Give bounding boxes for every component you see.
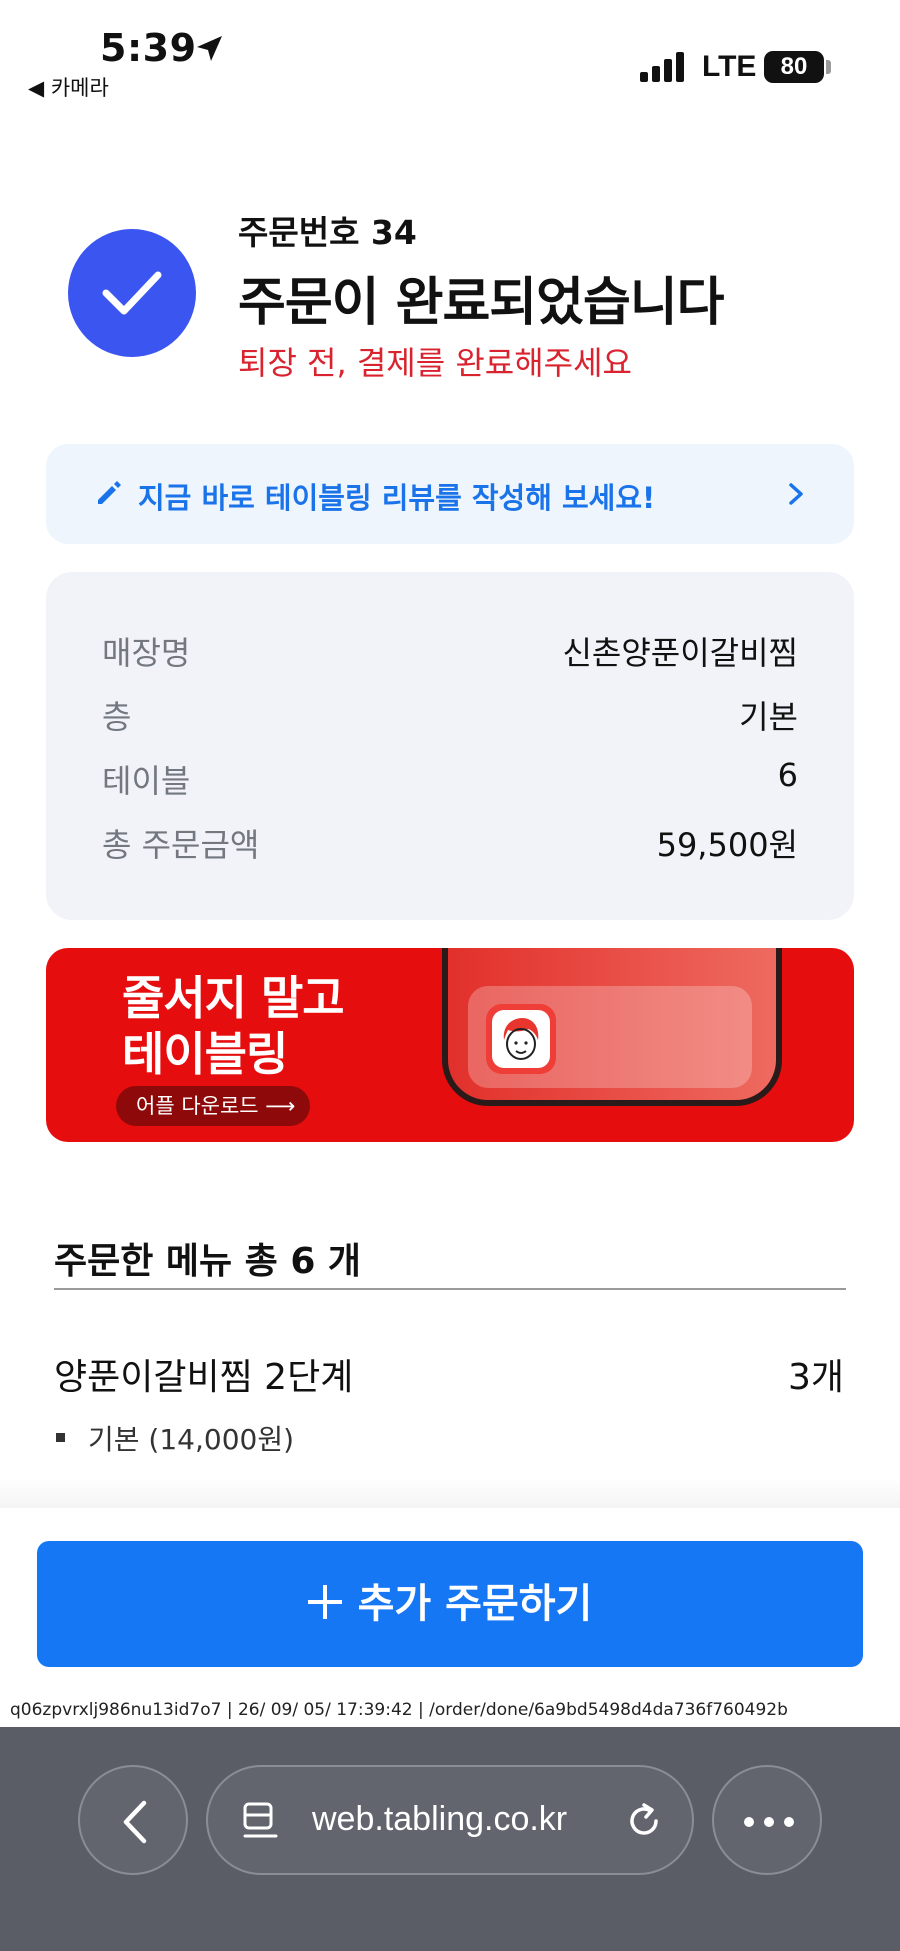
info-row-table: 테이블 6 <box>102 756 798 800</box>
info-label: 테이블 <box>102 762 191 800</box>
pencil-icon <box>98 481 121 504</box>
chevron-left-icon <box>123 1800 147 1844</box>
url-text: web.tabling.co.kr <box>312 1800 568 1838</box>
checkmark-icon <box>102 271 162 315</box>
location-arrow-icon <box>197 36 222 61</box>
back-to-camera-link[interactable]: ◀ 카메라 <box>28 72 109 102</box>
phone-illustration <box>442 948 782 1106</box>
chevron-right-icon <box>789 483 803 505</box>
add-order-label: 추가 주문하기 <box>357 1581 593 1627</box>
tabling-app-icon <box>486 1004 556 1074</box>
plus-icon <box>307 1585 342 1619</box>
menu-heading: 주문한 메뉴 총 6 개 <box>54 1241 362 1282</box>
review-banner[interactable]: 지금 바로 테이블링 리뷰를 작성해 보세요! <box>46 444 854 544</box>
info-label: 총 주문금액 <box>102 826 260 864</box>
app-download-button[interactable]: 어플 다운로드 ⟶ <box>116 1086 310 1126</box>
info-row-floor: 층 기본 <box>102 692 798 736</box>
menu-item-option: 기본 (14,000원) <box>88 1423 295 1456</box>
address-bar[interactable]: web.tabling.co.kr <box>206 1765 694 1875</box>
order-number: 주문번호 34 <box>238 213 417 252</box>
more-options-button[interactable] <box>712 1765 822 1875</box>
promo-headline-2: 테이블링 <box>122 1027 288 1081</box>
cellular-signal-icon <box>640 52 686 82</box>
phone-notification <box>468 986 752 1088</box>
browser-toolbar: web.tabling.co.kr <box>0 1727 900 1951</box>
menu-item-name: 양푼이갈비찜 2단계 <box>54 1357 354 1398</box>
browser-back-button[interactable] <box>78 1765 188 1875</box>
payment-notice: 퇴장 전, 결제를 완료해주세요 <box>238 344 632 382</box>
page-title: 주문이 완료되었습니다 <box>238 273 725 333</box>
mascot-face-icon <box>503 1018 539 1060</box>
app-promo-banner[interactable]: 줄서지 말고 테이블링 어플 다운로드 ⟶ <box>46 948 854 1142</box>
menu-item-quantity: 3개 <box>787 1357 844 1398</box>
info-value: 신촌양푼이갈비찜 <box>562 634 798 672</box>
info-value: 6 <box>777 756 798 794</box>
order-info-card: 매장명 신촌양푼이갈비찜 층 기본 테이블 6 총 주문금액 59,500원 <box>46 572 854 920</box>
info-row-store: 매장명 신촌양푼이갈비찜 <box>102 628 798 672</box>
review-banner-text: 지금 바로 테이블링 리뷰를 작성해 보세요! <box>138 481 656 515</box>
session-debug-text: q06zpvrxlj986nu13id7o7 | 26/ 09/ 05/ 17:… <box>10 1700 788 1720</box>
info-value: 기본 <box>739 698 798 736</box>
battery-icon: 80 <box>764 51 824 83</box>
reload-icon[interactable] <box>624 1801 664 1841</box>
bullet-icon <box>56 1433 65 1442</box>
info-label: 층 <box>102 698 132 736</box>
status-bar: 5:39 ◀ 카메라 LTE 80 <box>0 0 900 110</box>
check-circle-icon <box>68 229 196 357</box>
info-label: 매장명 <box>102 634 191 672</box>
ellipsis-icon <box>744 1817 794 1827</box>
bottom-fade <box>0 1478 900 1508</box>
info-value: 59,500원 <box>656 826 798 864</box>
reader-mode-icon <box>243 1802 278 1838</box>
battery-cap <box>826 60 831 74</box>
add-order-button[interactable]: 추가 주문하기 <box>37 1541 863 1667</box>
info-row-total: 총 주문금액 59,500원 <box>102 820 798 864</box>
divider <box>54 1288 846 1290</box>
status-time: 5:39 <box>100 26 197 70</box>
network-type: LTE <box>702 50 757 83</box>
